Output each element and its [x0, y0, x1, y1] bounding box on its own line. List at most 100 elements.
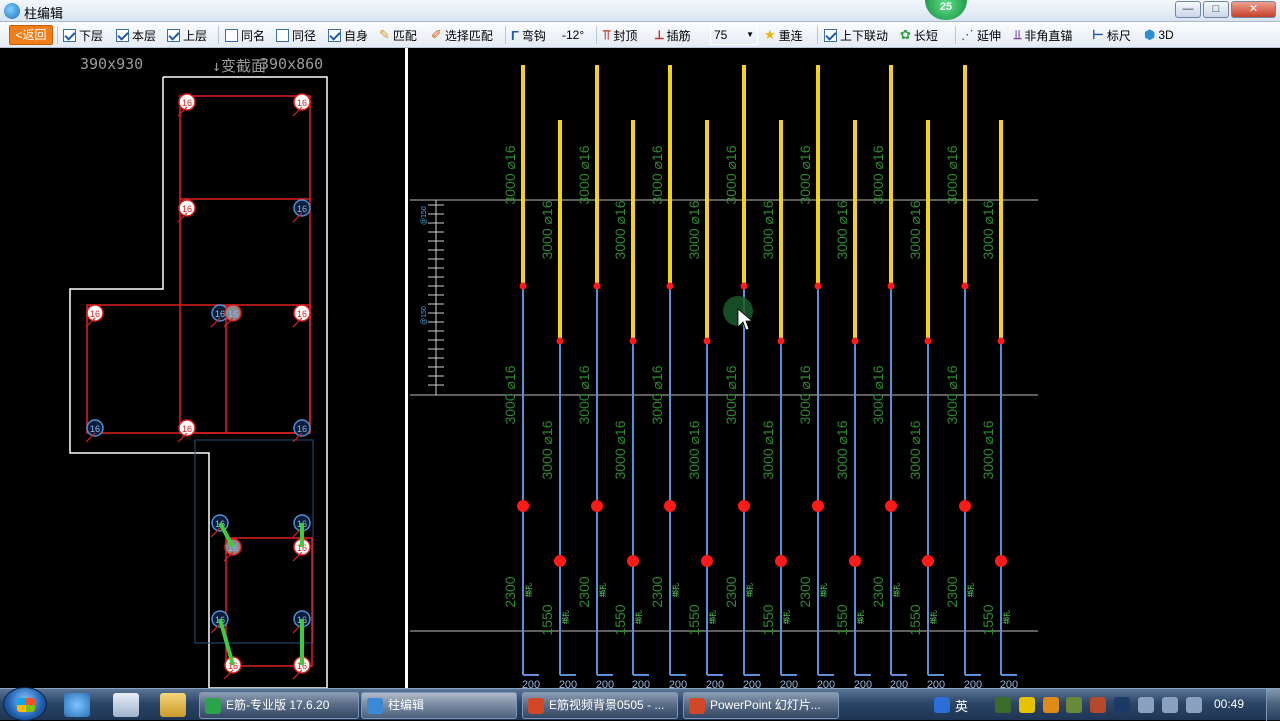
task-label: E筋-专业版 17.6.20 — [226, 698, 330, 712]
hook-length-label: 200 — [632, 679, 650, 688]
start-button[interactable] — [3, 687, 47, 721]
checkbox-icon — [276, 28, 289, 42]
splice-node — [924, 337, 932, 345]
rebar-length-label: 2300 — [649, 576, 665, 607]
ruler-button[interactable]: ⊢ 标尺 — [1092, 22, 1131, 48]
hook-length-label: 200 — [522, 679, 540, 688]
checkbox-linked-layers[interactable]: 上下联动 — [824, 22, 888, 48]
rebar-label: 16 — [182, 204, 192, 214]
non-corner-anchor-button[interactable]: ⫫ 非角直锚 — [1014, 22, 1072, 48]
tray-security-icon[interactable] — [1090, 697, 1106, 713]
tray-app-icon[interactable] — [1043, 697, 1059, 713]
section-bars: 16161616161616161616161616161616161616 — [85, 93, 311, 680]
view-divider[interactable] — [405, 48, 408, 688]
tray-plus-icon[interactable] — [1019, 697, 1035, 713]
task-e-rebar[interactable]: E筋-专业版 17.6.20 — [199, 692, 359, 719]
select-match-button[interactable]: ✐ 选择匹配 — [431, 22, 493, 48]
column-elevation-view[interactable]: @150@150 3000 ⌀163000 ⌀162300 绑扎2003000 ⌀… — [410, 65, 1038, 688]
brush-icon: ✎ — [379, 27, 390, 42]
task-powerpoint-file[interactable]: E筋视频背景0505 - ... — [522, 692, 678, 719]
volume-icon[interactable] — [1162, 697, 1178, 713]
stirrup-spacing-label: @150 — [421, 206, 428, 225]
clock[interactable]: 00:49 — [1214, 697, 1244, 711]
connection-node — [812, 500, 824, 512]
rebar-label: 16 — [297, 424, 307, 434]
checkbox-upper-layer[interactable]: 上层 — [167, 22, 207, 48]
minimize-button[interactable]: — — [1175, 1, 1201, 18]
task-column-editor[interactable]: 柱编辑 — [361, 692, 517, 719]
binding-tag: 绑扎 — [708, 610, 717, 624]
ime-indicator[interactable]: 英 — [955, 696, 968, 715]
checkbox-this-layer[interactable]: 本层 — [116, 22, 156, 48]
reconnect-button[interactable]: ★ 重连 — [764, 22, 803, 48]
rebar-length-label: 3000 ⌀16 — [502, 365, 518, 424]
checkbox-icon — [116, 28, 129, 42]
drawing-canvas[interactable]: 16161616161616161616161616161616161616 @… — [0, 48, 1280, 688]
button-label: 延伸 — [977, 28, 1002, 43]
network-icon[interactable] — [1138, 697, 1154, 713]
binding-tag: 绑扎 — [671, 583, 680, 597]
hook-length-label: 200 — [559, 679, 577, 688]
cap-button[interactable]: ⫪ 封顶 — [603, 22, 637, 48]
rebar-length-label: 3000 ⌀16 — [576, 145, 592, 204]
checkbox-lower-layer[interactable]: 下层 — [63, 22, 103, 48]
connection-node — [885, 500, 897, 512]
usb-icon[interactable] — [1186, 697, 1202, 713]
checkbox-same-diameter[interactable]: 同径 — [276, 22, 316, 48]
insert-bar-button[interactable]: ⟂ 插筋 — [655, 22, 691, 48]
hook-angle-value[interactable]: -12° — [562, 22, 584, 48]
elevation-bars: 3000 ⌀16 3000 ⌀16 2300 绑扎 200 3000 ⌀16 3000 ⌀1… — [502, 65, 1018, 688]
hook-length-label: 200 — [743, 679, 761, 688]
rebar-length-label: 1550 — [539, 604, 555, 635]
button-label: 匹配 — [392, 28, 417, 43]
splice-node — [593, 282, 601, 290]
3d-view-button[interactable]: ⬢ 3D — [1144, 22, 1174, 48]
checkbox-label: 本层 — [132, 28, 157, 43]
column-section-view[interactable]: 16161616161616161616161616161616161616 — [69, 76, 328, 688]
checkbox-label: 自身 — [344, 28, 369, 43]
connection-node — [664, 500, 676, 512]
binding-tag: 绑扎 — [966, 583, 975, 597]
zoom-dropdown[interactable]: 75 ▼ — [710, 25, 758, 45]
app-icon — [4, 3, 20, 19]
hook-length-label: 200 — [706, 679, 724, 688]
connection-node — [701, 555, 713, 567]
quicklaunch-folder-icon[interactable] — [160, 693, 186, 717]
maximize-button[interactable]: □ — [1203, 1, 1229, 18]
rebar-length-label: 3000 ⌀16 — [686, 420, 702, 479]
checkbox-same-name[interactable]: 同名 — [225, 22, 265, 48]
extend-button[interactable]: ⋰ 延伸 — [961, 22, 1001, 48]
checkbox-label: 下层 — [79, 28, 104, 43]
long-short-button[interactable]: ✿ 长短 — [900, 22, 938, 48]
rebar-length-label: 3000 ⌀16 — [834, 420, 850, 479]
rebar-length-label: 3000 ⌀16 — [870, 365, 886, 424]
star-icon: ★ — [764, 27, 776, 42]
rebar-length-label: 3000 ⌀16 — [612, 200, 628, 259]
rebar-length-label: 3000 ⌀16 — [760, 200, 776, 259]
tray-battery-icon[interactable] — [1066, 697, 1082, 713]
tray-gpu-icon[interactable] — [995, 697, 1011, 713]
splice-node — [777, 337, 785, 345]
task-powerpoint-slides[interactable]: PowerPoint 幻灯片... — [683, 692, 839, 719]
hook-length-label: 200 — [964, 679, 982, 688]
button-label: 插筋 — [666, 28, 691, 43]
rebar-length-label: 2300 — [944, 576, 960, 607]
ruler-icon: ⊢ — [1092, 27, 1104, 42]
splice-node — [851, 337, 859, 345]
connection-node — [922, 555, 934, 567]
match-button[interactable]: ✎ 匹配 — [379, 22, 417, 48]
quicklaunch-app-icon[interactable] — [64, 693, 90, 717]
back-button[interactable]: <返回 — [9, 25, 53, 45]
rebar-length-label: 1550 — [612, 604, 628, 635]
close-button[interactable]: ✕ — [1231, 1, 1276, 18]
show-desktop-button[interactable] — [1266, 689, 1280, 721]
bluetooth-icon[interactable] — [1114, 697, 1130, 713]
anchor-icon: ⫫ — [1014, 27, 1022, 42]
rebar-length-label: 2300 — [502, 576, 518, 607]
rebar-length-label: 2300 — [870, 576, 886, 607]
rebar-label: 16 — [228, 309, 238, 319]
checkbox-self[interactable]: 自身 — [328, 22, 368, 48]
hook-button[interactable]: Γ 弯钩 — [511, 22, 546, 48]
quicklaunch-notepad-icon[interactable] — [113, 693, 139, 717]
search-icon[interactable] — [934, 697, 950, 713]
